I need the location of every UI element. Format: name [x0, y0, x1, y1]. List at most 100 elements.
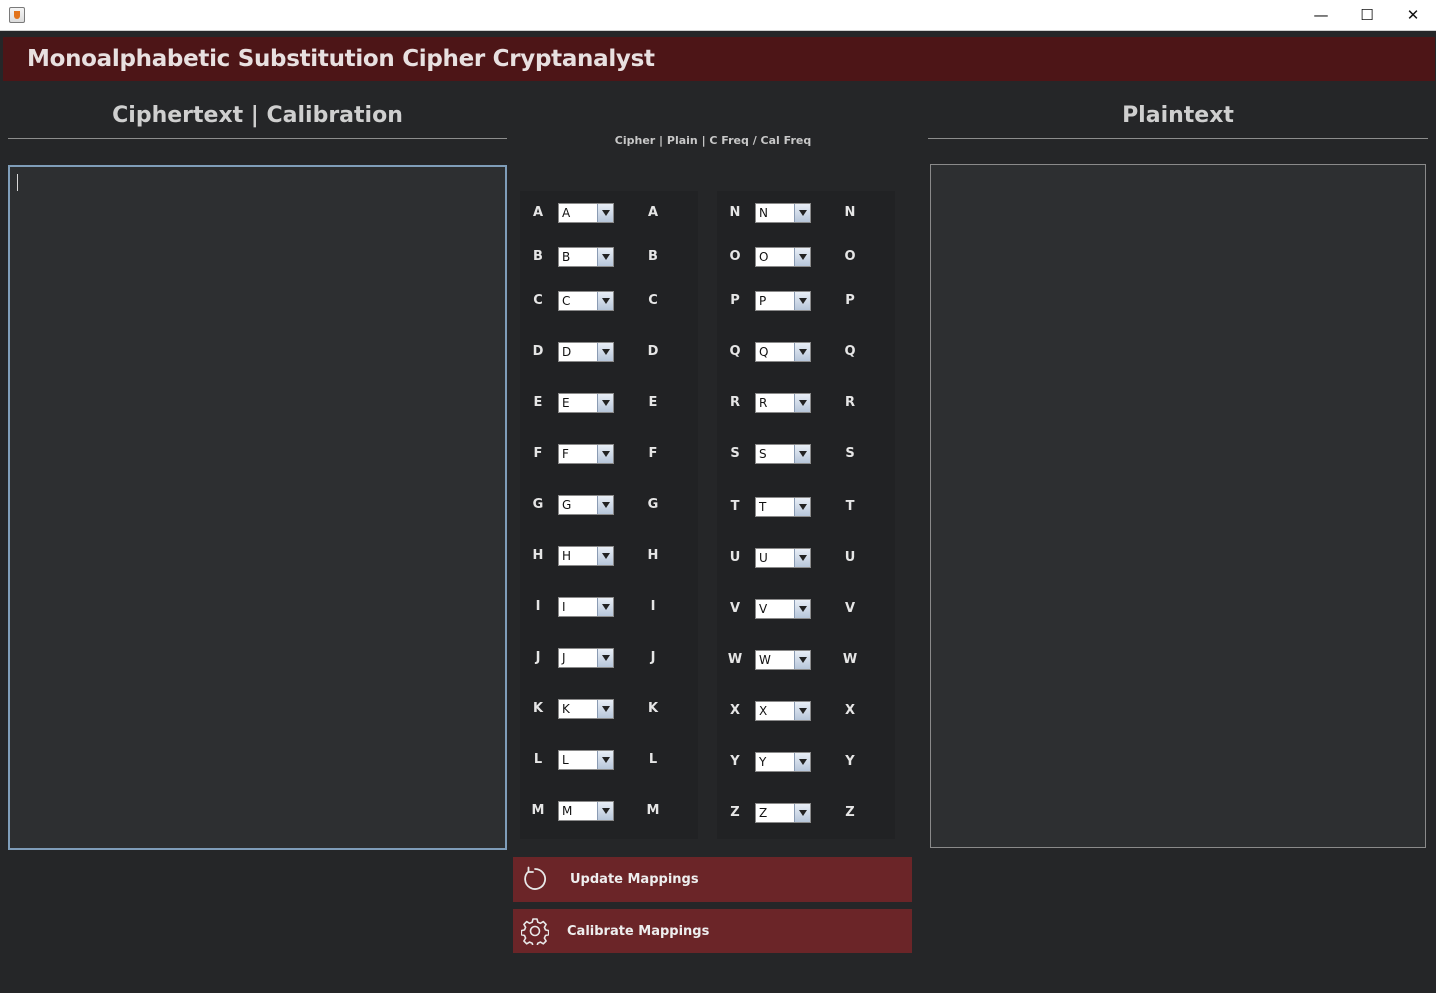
plain-letter-select[interactable]: E [558, 393, 614, 413]
chevron-down-icon[interactable] [597, 598, 613, 616]
plain-letter-select[interactable]: W [755, 650, 811, 670]
chevron-down-icon[interactable] [597, 700, 613, 718]
plain-letter-select[interactable]: X [755, 701, 811, 721]
selected-letter: B [562, 250, 571, 264]
mapping-column-a-m: A A A B B B C C C D D D E E E F F F G G G H H H I I I J J J K K K L L L M M M [520, 191, 698, 839]
plain-letter-select[interactable]: U [755, 548, 811, 568]
plain-letter: B [648, 249, 658, 264]
chevron-down-icon[interactable] [597, 343, 613, 361]
chevron-down-icon[interactable] [794, 445, 810, 463]
chevron-down-icon[interactable] [597, 292, 613, 310]
plain-letter: E [648, 395, 658, 410]
window-titlebar: — ☐ ✕ [0, 0, 1436, 31]
plain-letter: X [844, 703, 856, 718]
mapping-row-y: YYY [717, 747, 895, 777]
chevron-down-icon[interactable] [597, 547, 613, 565]
plain-letter-select[interactable]: H [558, 546, 614, 566]
cipher-letter: V [729, 601, 741, 616]
plain-letter: K [647, 701, 659, 716]
text-caret [17, 174, 18, 191]
calibrate-mappings-label: Calibrate Mappings [567, 924, 710, 939]
chevron-down-icon[interactable] [794, 549, 810, 567]
plain-letter-select[interactable]: G [558, 495, 614, 515]
plain-letter-select[interactable]: Y [755, 752, 811, 772]
mapping-column-n-z: N N N O O O P P P Q Q Q R R R S S S T T T U U U V V V W W W X X X Y Y Y Z Z Z [717, 191, 895, 839]
ciphertext-input[interactable] [8, 165, 507, 850]
calibrate-mappings-button[interactable]: Calibrate Mappings [513, 909, 912, 953]
chevron-down-icon[interactable] [794, 292, 810, 310]
chevron-down-icon[interactable] [794, 600, 810, 618]
chevron-down-icon[interactable] [597, 445, 613, 463]
plain-letter-select[interactable]: B [558, 247, 614, 267]
mapping-row-v: VVV [717, 594, 895, 624]
gear-icon [521, 918, 549, 945]
plain-letter-select[interactable]: C [558, 291, 614, 311]
java-coffee-cup-icon[interactable] [9, 7, 25, 23]
mapping-row-f: FFF [520, 439, 698, 469]
plain-letter-select[interactable]: Q [755, 342, 811, 362]
chevron-down-icon[interactable] [794, 248, 810, 266]
plain-letter-select[interactable]: J [558, 648, 614, 668]
chevron-down-icon[interactable] [794, 753, 810, 771]
cipher-letter: I [535, 599, 541, 614]
mapping-row-k: KKK [520, 694, 698, 724]
cipher-letter: W [727, 652, 743, 667]
plain-letter: M [646, 803, 660, 818]
plain-letter: S [845, 446, 855, 461]
plain-letter-select[interactable]: M [558, 801, 614, 821]
chevron-down-icon[interactable] [794, 498, 810, 516]
plain-letter: O [844, 249, 856, 264]
plain-letter-select[interactable]: T [755, 497, 811, 517]
plain-letter-select[interactable]: L [558, 750, 614, 770]
mapping-row-z: ZZZ [717, 798, 895, 828]
plain-letter-select[interactable]: V [755, 599, 811, 619]
plain-letter-select[interactable]: P [755, 291, 811, 311]
plain-letter: U [844, 550, 856, 565]
selected-letter: M [562, 804, 573, 818]
chevron-down-icon[interactable] [597, 204, 613, 222]
plaintext-output[interactable] [930, 164, 1426, 848]
plain-letter: F [648, 446, 658, 461]
cipher-letter: X [729, 703, 741, 718]
plain-letter-select[interactable]: F [558, 444, 614, 464]
app-title: Monoalphabetic Substitution Cipher Crypt… [27, 46, 655, 72]
chevron-down-icon[interactable] [794, 343, 810, 361]
minimize-button[interactable]: — [1298, 0, 1344, 30]
plain-letter-select[interactable]: S [755, 444, 811, 464]
close-button[interactable]: ✕ [1390, 0, 1436, 30]
plain-letter-select[interactable]: N [755, 203, 811, 223]
chevron-down-icon[interactable] [597, 248, 613, 266]
plain-letter-select[interactable]: D [558, 342, 614, 362]
mapping-row-g: GGG [520, 490, 698, 520]
selected-letter: N [759, 206, 768, 220]
chevron-down-icon[interactable] [597, 751, 613, 769]
plain-letter: N [844, 205, 856, 220]
chevron-down-icon[interactable] [794, 394, 810, 412]
plain-letter-select[interactable]: A [558, 203, 614, 223]
maximize-button[interactable]: ☐ [1344, 0, 1390, 30]
chevron-down-icon[interactable] [794, 651, 810, 669]
selected-letter: L [562, 753, 569, 767]
selected-letter: W [759, 653, 771, 667]
app-header: Monoalphabetic Substitution Cipher Crypt… [3, 37, 1435, 81]
selected-letter: P [759, 294, 767, 308]
refresh-icon [524, 866, 546, 890]
update-mappings-button[interactable]: Update Mappings [513, 857, 912, 902]
chevron-down-icon[interactable] [597, 394, 613, 412]
mapping-row-u: UUU [717, 543, 895, 573]
chevron-down-icon[interactable] [794, 804, 810, 822]
selected-letter: Q [759, 345, 769, 359]
selected-letter: K [562, 702, 570, 716]
chevron-down-icon[interactable] [794, 702, 810, 720]
mapping-row-x: XXX [717, 696, 895, 726]
chevron-down-icon[interactable] [794, 204, 810, 222]
plain-letter-select[interactable]: K [558, 699, 614, 719]
cipher-letter: K [532, 701, 544, 716]
plain-letter-select[interactable]: I [558, 597, 614, 617]
plain-letter-select[interactable]: Z [755, 803, 811, 823]
chevron-down-icon[interactable] [597, 496, 613, 514]
plain-letter-select[interactable]: O [755, 247, 811, 267]
plain-letter-select[interactable]: R [755, 393, 811, 413]
chevron-down-icon[interactable] [597, 802, 613, 820]
chevron-down-icon[interactable] [597, 649, 613, 667]
